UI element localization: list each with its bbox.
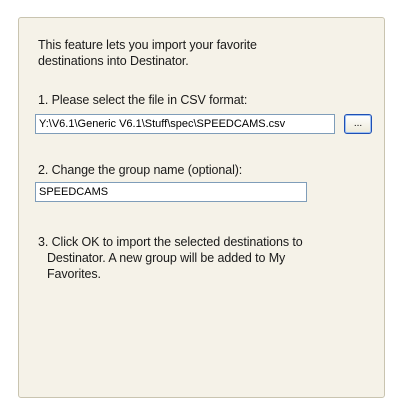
browse-button[interactable]: ... — [344, 114, 372, 134]
step3-line-3: Favorites. — [47, 267, 101, 281]
intro-text: This feature lets you import your favori… — [38, 37, 338, 69]
import-favorites-panel: This feature lets you import your favori… — [18, 17, 385, 398]
intro-line-1: This feature lets you import your favori… — [38, 38, 257, 52]
step3-line-2: Destinator. A new group will be added to… — [47, 251, 286, 265]
step2-label: 2. Change the group name (optional): — [38, 163, 243, 177]
file-path-field[interactable]: Y:\V6.1\Generic V6.1\Stuff\spec\SPEEDCAM… — [35, 114, 335, 134]
group-name-field[interactable]: SPEEDCAMS — [35, 182, 307, 202]
intro-line-2: destinations into Destinator. — [38, 54, 189, 68]
step1-label: 1. Please select the file in CSV format: — [38, 93, 248, 107]
step3-line-1: 3. Click OK to import the selected desti… — [38, 235, 303, 249]
step3-text: 3. Click OK to import the selected desti… — [38, 234, 373, 282]
